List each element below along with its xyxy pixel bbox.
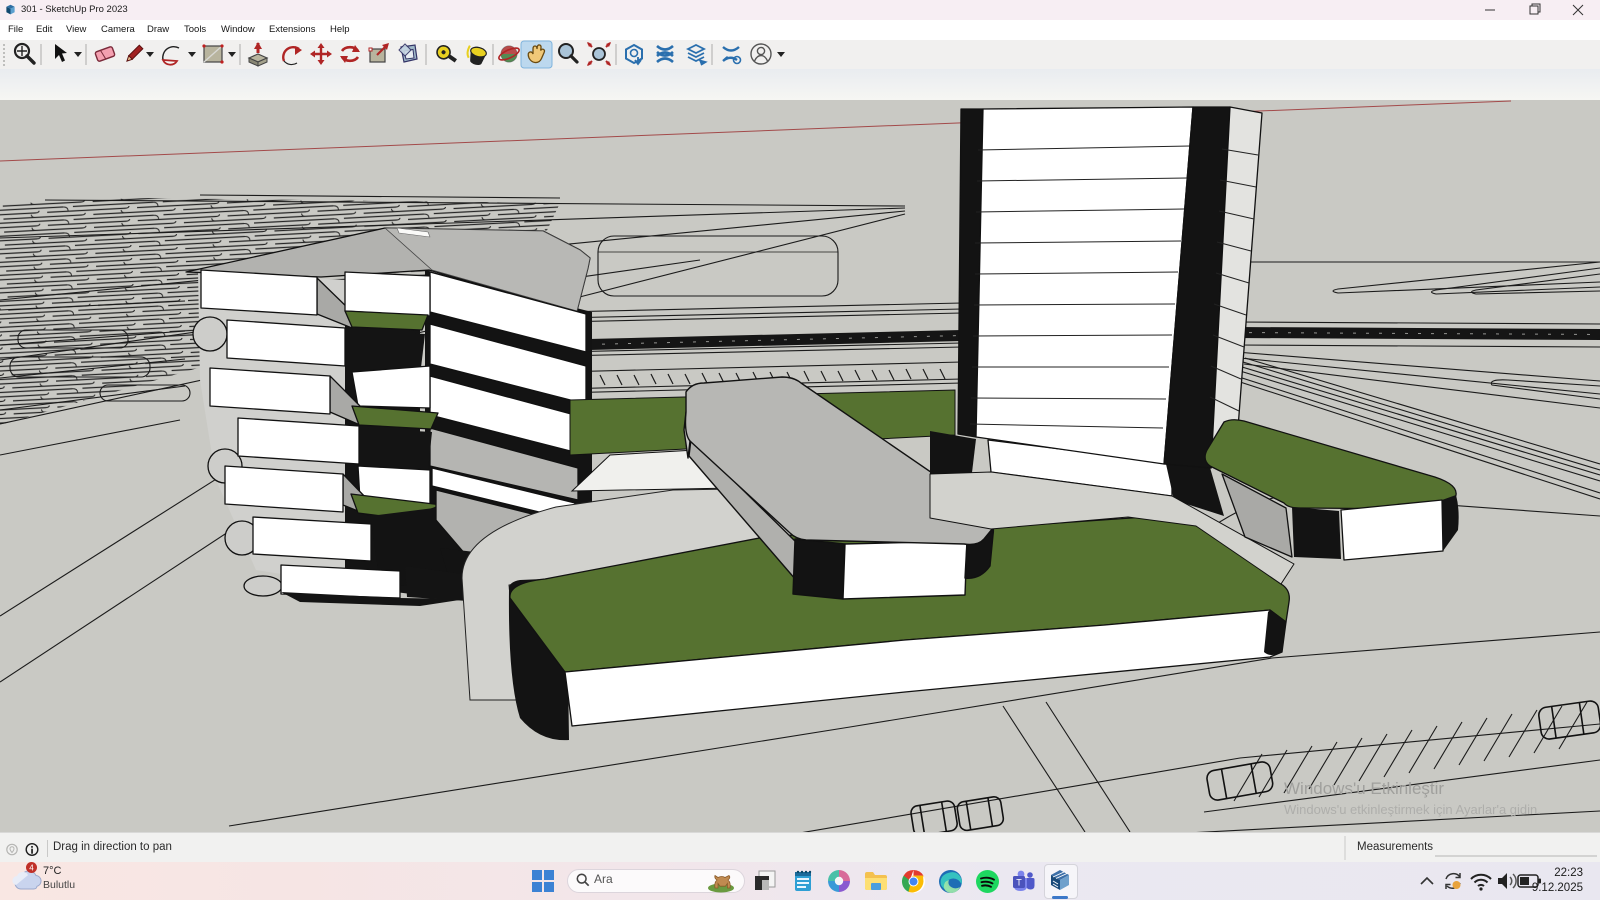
svg-text:T: T	[1016, 878, 1022, 888]
svg-text:4: 4	[29, 864, 34, 873]
